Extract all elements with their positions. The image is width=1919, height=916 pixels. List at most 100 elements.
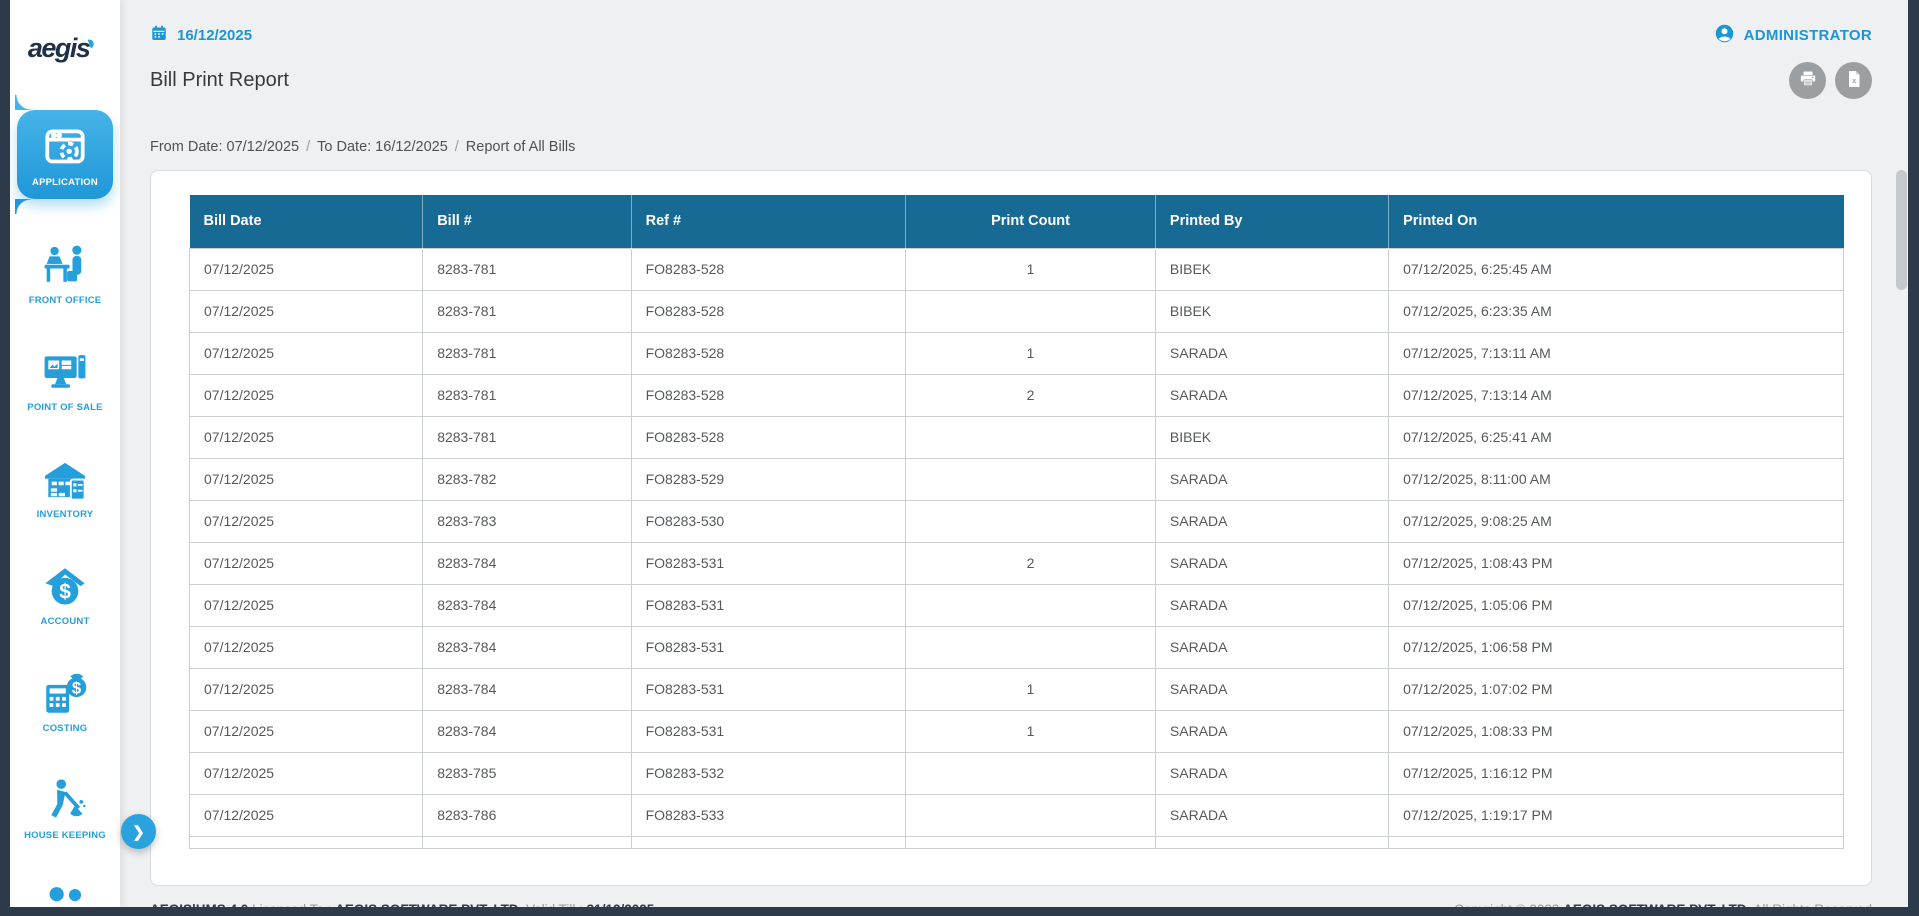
user-avatar-icon (1714, 23, 1735, 48)
breadcrumb-separator: / (299, 139, 317, 155)
table-cell: 07/12/2025 (190, 584, 423, 626)
app-window: aegis◗ APPLICATION FRONT OFFICE POINT OF S… (0, 0, 1919, 916)
table-cell (423, 836, 631, 848)
aegis-logo: aegis◗ (10, 0, 120, 96)
table-row: 07/12/20258283-781FO8283-528BIBEK07/12/2… (190, 290, 1844, 332)
table-cell: 07/12/2025, 6:25:41 AM (1389, 416, 1844, 458)
table-cell: 07/12/2025 (190, 374, 423, 416)
sidebar-expand-button[interactable]: ❯ (121, 814, 156, 849)
table-cell: 8283-784 (423, 542, 631, 584)
table-cell: SARADA (1155, 458, 1388, 500)
house-keeping-icon (40, 776, 90, 826)
sidebar-item-point-of-sale[interactable]: POINT OF SALE (10, 348, 120, 413)
table-cell: FO8283-528 (631, 416, 906, 458)
export-excel-button[interactable]: x (1835, 62, 1872, 99)
table-row: 07/12/20258283-783FO8283-530SARADA07/12/… (190, 500, 1844, 542)
table-row: 07/12/20258283-784FO8283-5312SARADA07/12… (190, 542, 1844, 584)
sidebar-item-people[interactable] (10, 883, 120, 907)
table-cell: 8283-784 (423, 710, 631, 752)
current-date: 16/12/2025 (177, 27, 252, 44)
svg-text:$: $ (59, 581, 71, 604)
column-header-printed-on: Printed On (1389, 195, 1844, 248)
excel-file-icon: x (1844, 69, 1864, 92)
table-cell: SARADA (1155, 668, 1388, 710)
sidebar-item-costing[interactable]: $ COSTING (10, 669, 120, 734)
table-cell: 07/12/2025, 9:08:25 AM (1389, 500, 1844, 542)
front-office-icon (40, 241, 90, 291)
sidebar-item-label: ACCOUNT (10, 616, 120, 627)
table-row-partial (190, 836, 1844, 848)
table-row: 07/12/20258283-781FO8283-5281BIBEK07/12/… (190, 248, 1844, 290)
sidebar-item-label: POINT OF SALE (10, 402, 120, 413)
breadcrumb-part: From Date: 07/12/2025 (150, 139, 299, 155)
table-cell: FO8283-529 (631, 458, 906, 500)
column-header-printed-by: Printed By (1155, 195, 1388, 248)
table-cell: 07/12/2025, 1:08:43 PM (1389, 542, 1844, 584)
table-header-row: Bill DateBill #Ref #Print CountPrinted B… (190, 195, 1844, 248)
report-card: Bill DateBill #Ref #Print CountPrinted B… (150, 170, 1872, 886)
table-cell (906, 290, 1156, 332)
sidebar-item-inventory[interactable]: INVENTORY (10, 455, 120, 520)
table-cell: 8283-781 (423, 290, 631, 332)
sidebar-item-label: HOUSE KEEPING (10, 830, 120, 841)
table-cell: 07/12/2025 (190, 248, 423, 290)
table-cell: FO8283-528 (631, 374, 906, 416)
page-title: Bill Print Report (150, 69, 289, 92)
table-cell: 2 (906, 542, 1156, 584)
table-row: 07/12/20258283-781FO8283-528BIBEK07/12/2… (190, 416, 1844, 458)
table-cell: FO8283-530 (631, 500, 906, 542)
sidebar-item-label: APPLICATION (19, 177, 111, 188)
bottom-frame-bar (0, 907, 1919, 916)
sidebar-nav: APPLICATION FRONT OFFICE POINT OF SALE INVE… (10, 96, 120, 907)
right-frame-bar (1908, 0, 1919, 916)
breadcrumb: From Date: 07/12/2025/To Date: 16/12/202… (150, 139, 1872, 155)
logo-text: aegis (28, 33, 90, 64)
table-cell: 07/12/2025 (190, 458, 423, 500)
vertical-scrollbar-thumb[interactable] (1896, 170, 1907, 290)
table-cell: 1 (906, 668, 1156, 710)
print-button[interactable] (1789, 62, 1826, 99)
table-cell: FO8283-531 (631, 710, 906, 752)
calendar-icon (150, 24, 168, 46)
table-cell: FO8283-531 (631, 626, 906, 668)
table-cell (906, 458, 1156, 500)
table-cell (1155, 836, 1388, 848)
table-cell: 07/12/2025 (190, 500, 423, 542)
date-display[interactable]: 16/12/2025 (150, 24, 252, 46)
breadcrumb-separator: / (448, 139, 466, 155)
table-cell: 07/12/2025, 7:13:14 AM (1389, 374, 1844, 416)
table-cell: 07/12/2025, 1:07:02 PM (1389, 668, 1844, 710)
account-icon: $ (40, 562, 90, 612)
sidebar-item-application[interactable]: APPLICATION (17, 110, 113, 199)
table-cell: BIBEK (1155, 416, 1388, 458)
sidebar-item-label: INVENTORY (10, 509, 120, 520)
table-row: 07/12/20258283-784FO8283-531SARADA07/12/… (190, 584, 1844, 626)
column-header-print-count: Print Count (906, 195, 1156, 248)
table-cell: 8283-781 (423, 374, 631, 416)
table-cell: FO8283-531 (631, 584, 906, 626)
table-cell: 07/12/2025 (190, 416, 423, 458)
table-cell: 2 (906, 374, 1156, 416)
table-cell (190, 836, 423, 848)
main-content: 16/12/2025 ADMINISTRATOR Bill Print Repo… (120, 0, 1908, 907)
table-row: 07/12/20258283-785FO8283-532SARADA07/12/… (190, 752, 1844, 794)
table-cell: 8283-784 (423, 584, 631, 626)
table-cell: SARADA (1155, 500, 1388, 542)
table-cell: 07/12/2025 (190, 794, 423, 836)
left-frame-bar (0, 0, 10, 916)
table-cell (906, 584, 1156, 626)
table-row: 07/12/20258283-784FO8283-5311SARADA07/12… (190, 668, 1844, 710)
table-cell (906, 794, 1156, 836)
table-cell: 1 (906, 248, 1156, 290)
table-row: 07/12/20258283-782FO8283-529SARADA07/12/… (190, 458, 1844, 500)
sidebar-item-label: COSTING (10, 723, 120, 734)
user-menu[interactable]: ADMINISTRATOR (1714, 23, 1872, 48)
table-cell (631, 836, 906, 848)
table-cell: 07/12/2025 (190, 710, 423, 752)
sidebar-item-house-keeping[interactable]: HOUSE KEEPING (10, 776, 120, 841)
table-cell: FO8283-528 (631, 290, 906, 332)
username-label: ADMINISTRATOR (1744, 27, 1872, 44)
svg-text:$: $ (72, 679, 82, 698)
sidebar-item-front-office[interactable]: FRONT OFFICE (10, 241, 120, 306)
sidebar-item-account[interactable]: $ ACCOUNT (10, 562, 120, 627)
